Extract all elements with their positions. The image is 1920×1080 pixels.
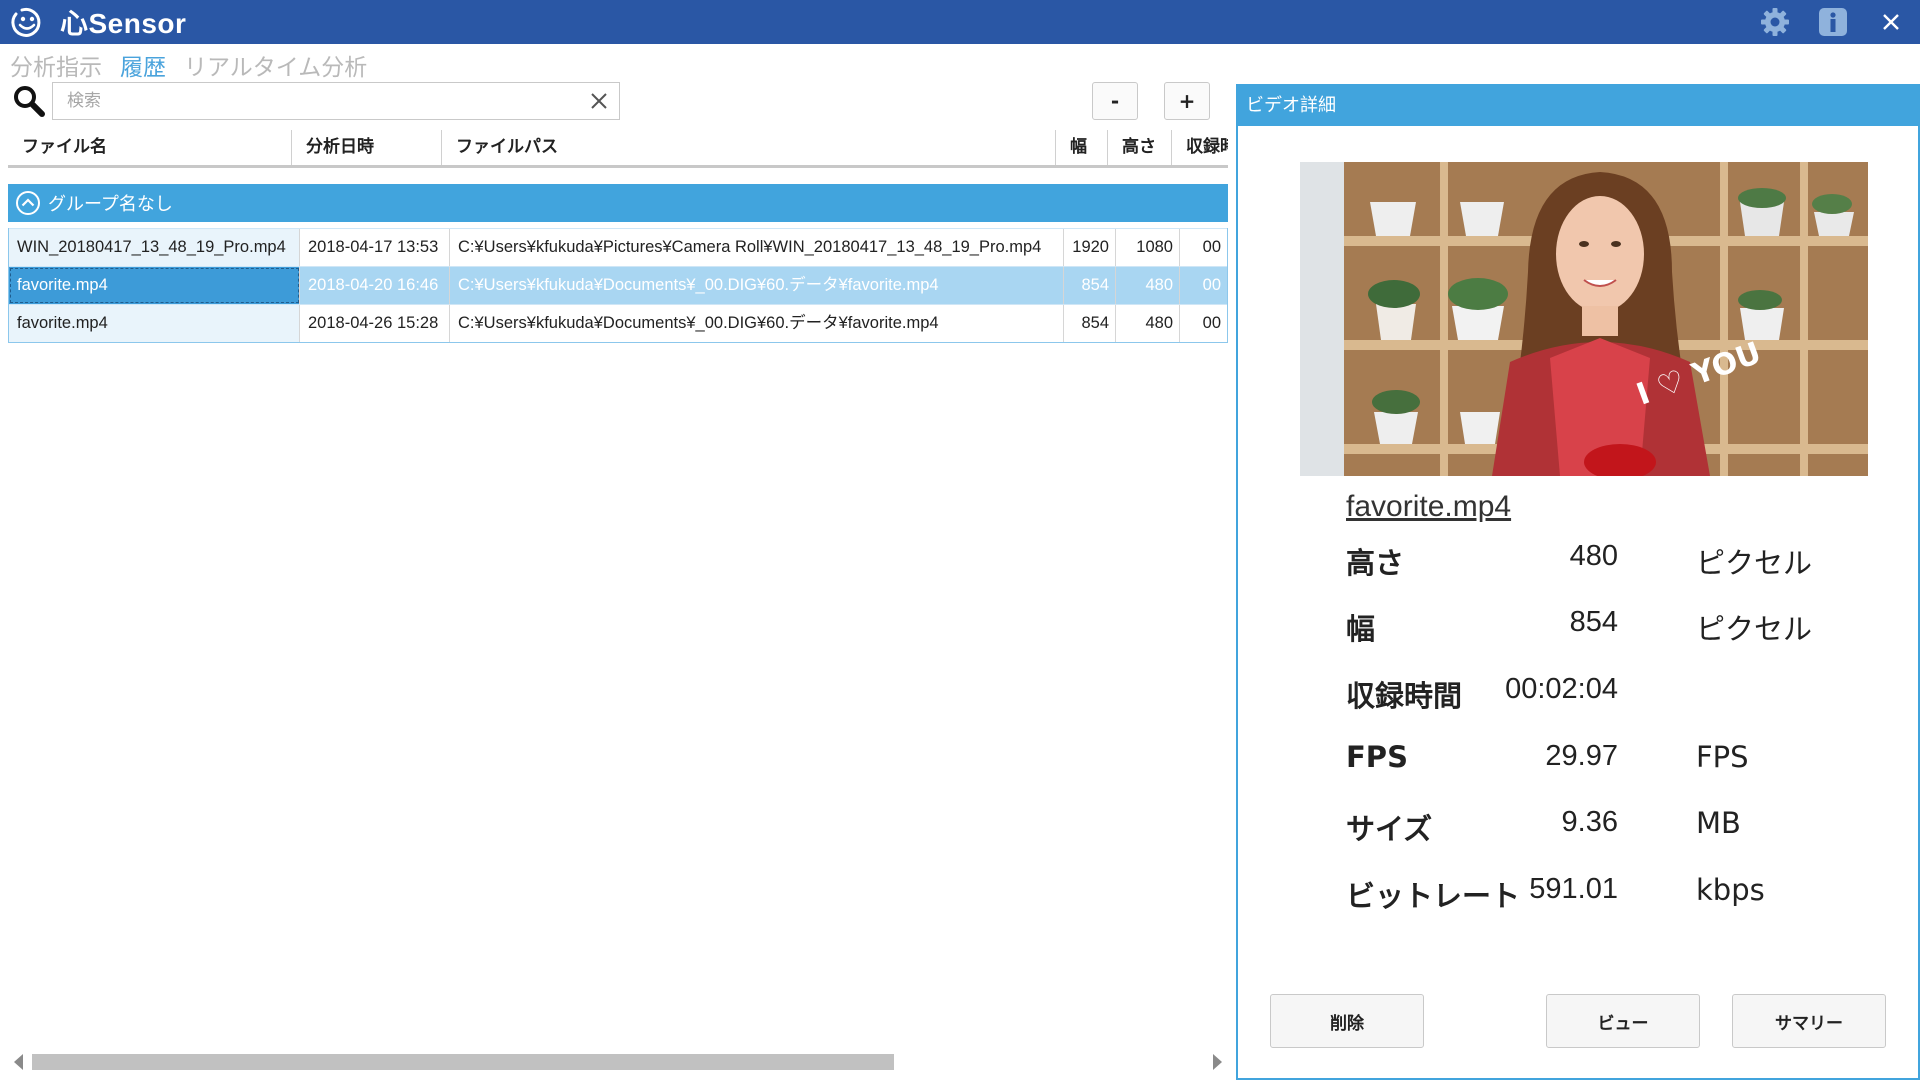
cell-width: 854 [1064,267,1116,304]
nav-tabs: 分析指示 履歴 リアルタイム分析 [10,48,367,82]
settings-button[interactable] [1746,0,1804,44]
scroll-right-arrow-icon[interactable] [1213,1054,1222,1070]
video-detail-panel: ビデオ詳細 I ♡ YOU favorite.mp4 高さ 480 ピクセル 幅… [1236,84,1920,1080]
tab-realtime[interactable]: リアルタイム分析 [184,48,367,82]
cell-duration: 00 [1202,314,1221,332]
property-height: 高さ 480 ピクセル [1346,540,1866,580]
column-header-date[interactable]: 分析日時 [292,130,442,165]
tab-history[interactable]: 履歴 [120,48,166,82]
close-icon [1883,14,1899,30]
cell-filename: favorite.mp4 [9,267,300,304]
cell-date: 2018-04-26 15:28 [300,305,450,342]
search-input[interactable] [67,83,567,119]
search-box [52,82,620,120]
property-fps: FPS 29.97 FPS [1346,740,1866,780]
property-unit: FPS [1696,740,1749,774]
scrollbar-thumb[interactable] [32,1054,894,1070]
cell-path: C:¥Users¥kfukuda¥Pictures¥Camera Roll¥WI… [450,229,1064,266]
property-bitrate: ビットレート 591.01 kbps [1346,873,1866,913]
scroll-left-arrow-icon[interactable] [14,1054,23,1070]
cell-width: 1920 [1064,229,1116,266]
video-thumbnail: I ♡ YOU [1300,162,1868,476]
tab-analysis[interactable]: 分析指示 [10,48,102,82]
property-label: 高さ [1346,546,1405,580]
column-header-duration[interactable]: 収録時 [1172,130,1228,165]
cell-duration: 00 [1202,238,1221,256]
table-row[interactable]: WIN_20180417_13_48_19_Pro.mp4 2018-04-17… [9,228,1227,266]
info-button[interactable] [1804,0,1862,44]
search-icon [12,84,46,118]
table-row[interactable]: favorite.mp4 2018-04-20 16:46 C:¥Users¥k… [9,266,1227,304]
cell-path: C:¥Users¥kfukuda¥Documents¥_00.DIG¥60.デー… [450,267,1064,304]
property-label: サイズ [1346,812,1433,846]
property-value: 854 [1569,606,1618,638]
cell-height: 480 [1116,305,1180,342]
collapse-button[interactable]: - [1092,82,1138,120]
panel-title: ビデオ詳細 [1238,86,1918,126]
property-value: 480 [1569,540,1618,572]
property-size: サイズ 9.36 MB [1346,806,1866,846]
cell-date: 2018-04-17 13:53 [300,229,450,266]
cell-filename: WIN_20180417_13_48_19_Pro.mp4 [9,229,300,266]
close-button[interactable] [1862,0,1920,44]
property-unit: kbps [1696,873,1765,907]
property-duration: 収録時間 00:02:04 [1346,673,1866,713]
property-unit: ピクセル [1696,612,1813,646]
column-header-path[interactable]: ファイルパス [442,130,1056,165]
cell-date: 2018-04-20 16:46 [300,267,450,304]
cell-height: 1080 [1116,229,1180,266]
horizontal-scrollbar[interactable] [8,1048,1226,1076]
delete-button[interactable]: 削除 [1270,994,1424,1048]
column-header-filename[interactable]: ファイル名 [8,130,292,165]
property-label: 収録時間 [1346,679,1463,713]
cell-path: C:¥Users¥kfukuda¥Documents¥_00.DIG¥60.デー… [450,305,1064,342]
cell-duration: 00 [1202,276,1221,294]
info-icon [1819,8,1847,36]
gear-icon [1761,8,1789,36]
group-label: グループ名なし [48,194,173,215]
property-value: 29.97 [1545,740,1618,772]
column-header-width[interactable]: 幅 [1056,130,1108,165]
table-body: WIN_20180417_13_48_19_Pro.mp4 2018-04-17… [8,228,1228,343]
expand-button[interactable]: + [1164,82,1210,120]
property-value: 00:02:04 [1505,673,1618,705]
app-title: 心Sensor [60,8,187,39]
summary-button[interactable]: サマリー [1732,994,1886,1048]
table-header: ファイル名 分析日時 ファイルパス 幅 高さ 収録時 [8,130,1228,168]
table-row[interactable]: favorite.mp4 2018-04-26 15:28 C:¥Users¥k… [9,304,1227,342]
column-header-height[interactable]: 高さ [1108,130,1172,165]
property-unit: ピクセル [1696,546,1813,580]
property-value: 591.01 [1529,873,1618,905]
search-clear-button[interactable] [585,87,613,115]
cell-width: 854 [1064,305,1116,342]
property-unit: MB [1696,806,1741,840]
file-name-link[interactable]: favorite.mp4 [1346,490,1511,524]
chevron-up-circle-icon [16,191,40,215]
group-row[interactable]: グループ名なし [8,184,1228,222]
clear-icon [591,93,607,109]
smile-logo-icon [8,3,46,41]
property-label: ビットレート [1346,879,1521,913]
title-bar: 心Sensor [0,0,1920,44]
property-width: 幅 854 ピクセル [1346,606,1866,646]
cell-height: 480 [1116,267,1180,304]
view-button[interactable]: ビュー [1546,994,1700,1048]
property-value: 9.36 [1561,806,1618,838]
property-label: 幅 [1346,612,1376,646]
property-label: FPS [1346,740,1408,774]
cell-filename: favorite.mp4 [9,305,300,342]
